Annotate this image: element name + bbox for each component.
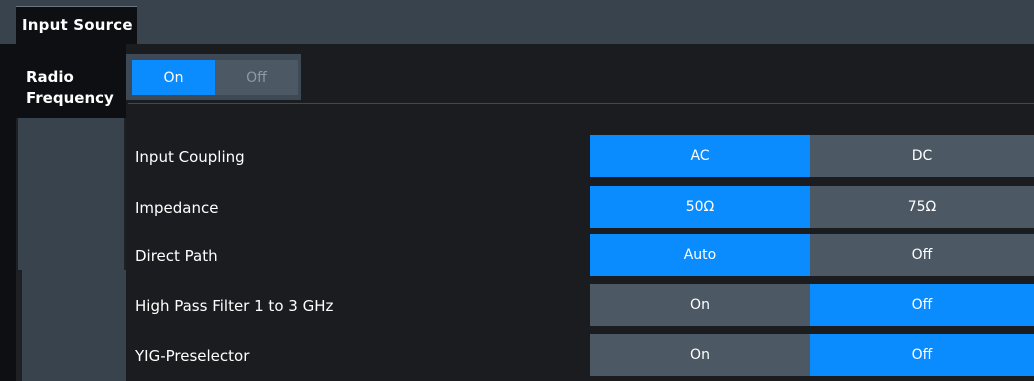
radio-frequency-off-button[interactable]: Off bbox=[215, 60, 298, 95]
impedance-label: Impedance bbox=[135, 199, 219, 217]
tab-input-source[interactable]: Input Source bbox=[16, 6, 137, 44]
input-coupling-label: Input Coupling bbox=[135, 148, 245, 166]
divider bbox=[128, 103, 1034, 104]
title-bar: Input Source bbox=[0, 0, 1034, 44]
left-margin bbox=[0, 44, 16, 381]
side-tab-label-line1: Radio bbox=[26, 68, 74, 86]
high-pass-filter-off-button[interactable]: Off bbox=[810, 284, 1034, 326]
direct-path-auto-button[interactable]: Auto bbox=[590, 234, 810, 276]
yig-preselector-on-button[interactable]: On bbox=[590, 334, 810, 376]
input-coupling-ac-button[interactable]: AC bbox=[590, 135, 810, 177]
yig-preselector-label: YIG-Preselector bbox=[135, 347, 250, 365]
side-tab-empty-2 bbox=[22, 270, 126, 381]
impedance-50-button[interactable]: 50Ω bbox=[590, 186, 810, 228]
side-tab-radio-frequency[interactable]: Radio Frequency bbox=[16, 44, 126, 118]
direct-path-label: Direct Path bbox=[135, 247, 218, 265]
high-pass-filter-on-button[interactable]: On bbox=[590, 284, 810, 326]
tab-input-source-label: Input Source bbox=[22, 16, 133, 34]
radio-frequency-toggle: On Off bbox=[126, 54, 301, 100]
input-coupling-dc-button[interactable]: DC bbox=[810, 135, 1034, 177]
high-pass-filter-label: High Pass Filter 1 to 3 GHz bbox=[135, 297, 334, 315]
direct-path-off-button[interactable]: Off bbox=[810, 234, 1034, 276]
yig-preselector-off-button[interactable]: Off bbox=[810, 334, 1034, 376]
impedance-75-button[interactable]: 75Ω bbox=[810, 186, 1034, 228]
side-tab-label-line2: Frequency bbox=[26, 89, 114, 107]
radio-frequency-on-button[interactable]: On bbox=[132, 60, 215, 95]
side-tab-empty-1 bbox=[18, 118, 124, 270]
